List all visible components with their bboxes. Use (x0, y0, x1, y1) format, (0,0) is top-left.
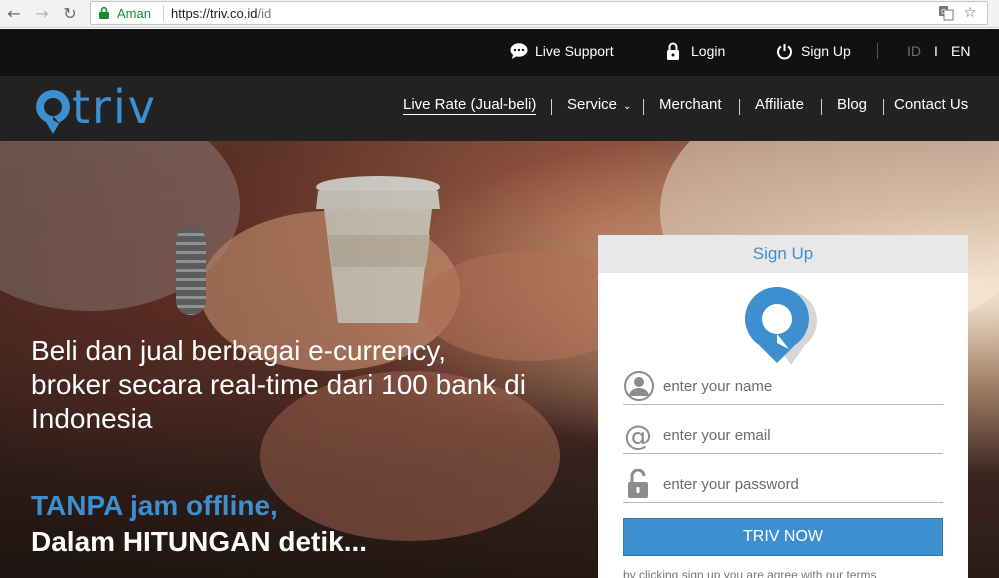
lock-icon (99, 7, 109, 19)
password-input[interactable] (663, 471, 938, 497)
nav-merchant[interactable]: Merchant (659, 96, 722, 113)
browser-toolbar: ← → ↻ Aman https://triv.co.id/id G ☆ (0, 0, 999, 28)
reload-icon[interactable]: ↻ (59, 3, 81, 25)
nav-divider (883, 99, 884, 115)
lang-id-link[interactable]: ID (907, 29, 921, 76)
email-input[interactable] (663, 422, 938, 448)
nav-divider (643, 99, 644, 115)
lang-separator: I (934, 43, 938, 59)
lang-divider (877, 43, 878, 59)
back-icon[interactable]: ← (3, 3, 25, 25)
svg-text:@: @ (624, 420, 652, 450)
address-bar[interactable]: Aman https://triv.co.id/id G ☆ (90, 1, 988, 25)
chevron-down-icon: ⌄ (623, 101, 632, 112)
at-sign-icon: @ (624, 420, 652, 450)
password-field (623, 467, 943, 503)
name-input[interactable] (663, 373, 938, 399)
padlock-icon (667, 42, 679, 60)
lang-en-link[interactable]: EN (951, 29, 970, 76)
top-utility-bar: Live Support Login Sign Up ID I EN (0, 29, 999, 76)
triv-logo[interactable]: triv (34, 80, 194, 134)
nav-divider (551, 99, 552, 115)
chat-bubble-icon (510, 43, 528, 59)
bookmark-star-icon[interactable]: ☆ (961, 4, 979, 22)
login-link[interactable]: Login (666, 29, 725, 76)
live-support-link[interactable]: Live Support (510, 29, 614, 76)
triv-pin-icon (36, 90, 70, 134)
name-field (623, 369, 943, 405)
live-support-label: Live Support (535, 43, 614, 59)
triv-now-button[interactable]: TRIV NOW (623, 518, 943, 556)
nav-live-rate[interactable]: Live Rate (Jual-beli) (403, 96, 537, 115)
forward-icon[interactable]: → (31, 3, 53, 25)
secure-label: Aman (117, 6, 151, 21)
svg-text:G: G (941, 8, 946, 16)
terms-text: by clicking sign up you are agree with o… (623, 568, 877, 578)
hero-tagline-accent: TANPA jam offline, (31, 490, 278, 521)
nav-blog[interactable]: Blog (837, 96, 867, 113)
user-avatar-icon (624, 371, 654, 401)
main-header: triv Live Rate (Jual-beli) Service ⌄ Merc… (0, 76, 999, 141)
nav-divider (821, 99, 822, 115)
unlock-icon (628, 469, 648, 498)
translate-icon[interactable]: G (937, 4, 955, 22)
hero-tagline: Dalam HITUNGAN detik... (31, 526, 368, 557)
logo-wordmark: triv (72, 80, 157, 134)
signup-card: Sign Up @ TRIV NOW by clicking sign up y… (598, 235, 968, 578)
power-icon (777, 44, 792, 60)
url-text[interactable]: https://triv.co.id/id (171, 6, 271, 21)
address-divider (163, 6, 164, 21)
nav-service[interactable]: Service ⌄ (567, 96, 631, 113)
signup-link[interactable]: Sign Up (776, 29, 851, 76)
email-field: @ (623, 418, 943, 454)
nav-contact[interactable]: Contact Us (894, 96, 968, 113)
nav-divider (739, 99, 740, 115)
triv-pin-logo-icon (745, 287, 817, 365)
hero-headline: Beli dan jual berbagai e-currency, broke… (31, 335, 526, 434)
signup-label: Sign Up (801, 43, 851, 59)
nav-affiliate[interactable]: Affiliate (755, 96, 804, 113)
login-label: Login (691, 43, 726, 59)
signup-card-title: Sign Up (598, 235, 968, 273)
